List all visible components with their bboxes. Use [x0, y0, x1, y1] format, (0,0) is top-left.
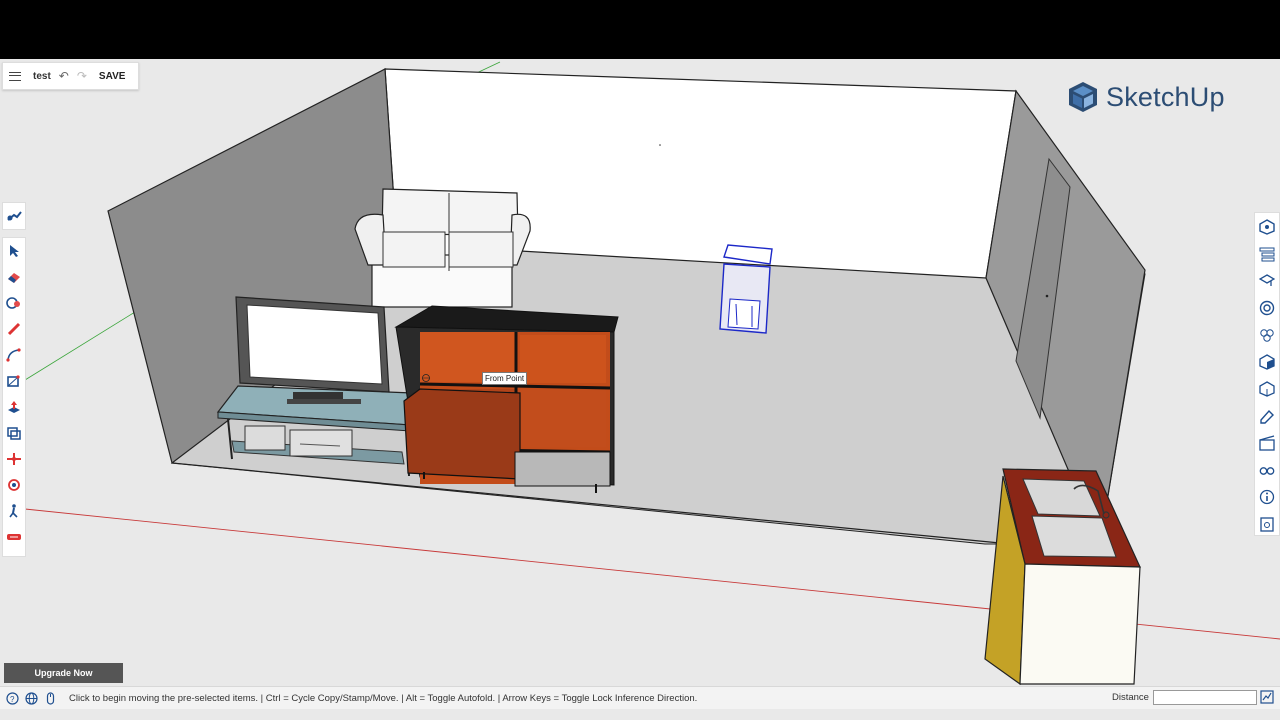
instructor-icon[interactable] — [1255, 267, 1279, 294]
rectangle-icon[interactable] — [3, 368, 25, 394]
entity-info-icon[interactable] — [1255, 213, 1279, 240]
walk-icon[interactable] — [3, 498, 25, 524]
logo-text: SketchUp — [1106, 81, 1225, 112]
model-title[interactable]: test — [33, 71, 51, 82]
tags-icon[interactable] — [1255, 375, 1279, 402]
distance-label: Distance — [1112, 692, 1149, 703]
sink-cabinet-model[interactable] — [984, 468, 1141, 686]
outliner-icon[interactable] — [1255, 240, 1279, 267]
arc-icon[interactable] — [3, 342, 25, 368]
title-bar: test ↶ ↷ SAVE — [2, 62, 139, 90]
sketchup-logo: SketchUp — [1068, 81, 1225, 113]
orbit-icon[interactable] — [3, 472, 25, 498]
help-icon[interactable]: ? — [5, 691, 19, 705]
left-toolbar — [2, 237, 26, 557]
model-viewport[interactable] — [0, 59, 1280, 720]
sketchup-app: From Point test ↶ ↷ SAVE SketchUp Upgrad… — [0, 59, 1280, 720]
green-axis — [24, 311, 136, 381]
styles-icon[interactable] — [1255, 348, 1279, 375]
search-icon[interactable] — [3, 203, 25, 229]
hamburger-menu-icon[interactable] — [9, 71, 21, 81]
materials-icon[interactable] — [1255, 321, 1279, 348]
offset-icon[interactable] — [3, 420, 25, 446]
scenes-icon[interactable] — [1255, 402, 1279, 429]
select-icon[interactable] — [3, 238, 25, 264]
globe-icon[interactable] — [24, 691, 38, 705]
model-status-icon[interactable] — [1260, 690, 1274, 707]
save-button[interactable]: SAVE — [99, 71, 126, 82]
pencil-icon[interactable] — [3, 316, 25, 342]
push-pull-icon[interactable] — [3, 394, 25, 420]
undo-icon[interactable]: ↶ — [59, 69, 69, 83]
components-icon[interactable] — [1255, 294, 1279, 321]
right-panel-tray — [1254, 212, 1280, 536]
status-bar: ? Click to begin moving the pre-selected… — [0, 686, 1280, 709]
eraser-icon[interactable] — [3, 264, 25, 290]
distance-field[interactable] — [1153, 690, 1257, 705]
redo-icon[interactable]: ↷ — [77, 69, 87, 83]
paint-bucket-icon[interactable] — [3, 290, 25, 316]
shadows-icon[interactable] — [1255, 429, 1279, 456]
status-message: Click to begin moving the pre-selected i… — [69, 692, 698, 704]
model-info-icon[interactable] — [1255, 483, 1279, 510]
tape-measure-icon[interactable] — [3, 524, 25, 550]
search-toolbar — [2, 202, 26, 230]
move-icon[interactable] — [3, 446, 25, 472]
upgrade-now-button[interactable]: Upgrade Now — [4, 663, 123, 683]
inference-tooltip: From Point — [482, 372, 528, 385]
display-icon[interactable] — [1255, 456, 1279, 483]
solid-inspector-icon[interactable] — [1255, 510, 1279, 537]
bookcase-model[interactable] — [394, 305, 619, 493]
svg-text:?: ? — [10, 695, 15, 704]
sketchup-logo-icon — [1069, 82, 1097, 112]
mouse-icon[interactable] — [43, 691, 57, 705]
